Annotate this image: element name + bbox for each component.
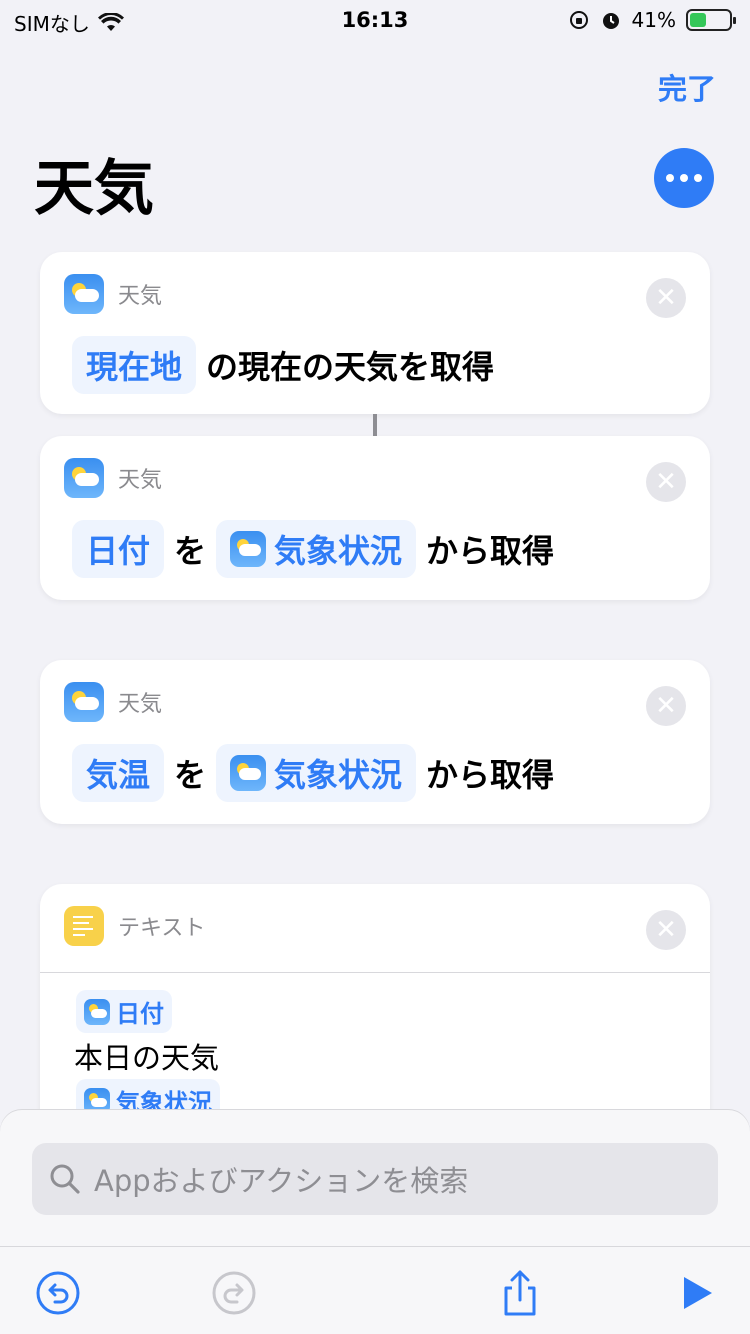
weather-app-icon [230,531,267,567]
action-sentence: 気温 を 気象状況 から取得 [72,744,554,802]
weather-app-icon [64,274,104,314]
action-card-get-temperature[interactable]: 天気 ✕ 気温 を 気象状況 から取得 [40,660,710,824]
status-right: 41% [568,8,736,32]
alarm-icon [602,13,619,29]
search-icon [50,1164,80,1194]
card-app-label: 天気 [118,692,163,717]
more-options-button[interactable] [654,148,714,208]
weather-app-icon [64,458,104,498]
location-parameter[interactable]: 現在地 [72,336,197,394]
share-button[interactable] [496,1269,544,1317]
source-variable-label: 気象状況 [274,532,403,570]
weather-app-icon [64,682,104,722]
joiner-text: を [174,756,207,794]
action-card-get-weather[interactable]: 天気 ✕ 現在地 の現在の天気を取得 [40,252,710,414]
divider [40,972,710,973]
bottom-toolbar [0,1246,750,1334]
date-variable-label: 日付 [116,1000,164,1028]
remove-action-button[interactable]: ✕ [646,686,686,726]
run-button[interactable] [672,1269,720,1317]
property-parameter[interactable]: 気温 [72,744,165,802]
text-app-icon [64,906,104,946]
done-button[interactable]: 完了 [658,66,716,108]
text-line: 本日の天気 [74,1041,220,1075]
source-variable[interactable]: 気象状況 [216,744,417,802]
undo-button[interactable] [34,1269,82,1317]
card-header: 天気 [64,458,162,498]
action-sentence: 現在地 の現在の天気を取得 [72,336,494,394]
remove-action-button[interactable]: ✕ [646,278,686,318]
flow-connector [373,414,377,436]
dot-icon [680,174,688,182]
search-placeholder: Appおよびアクションを検索 [94,1164,469,1198]
redo-button[interactable] [210,1269,258,1317]
card-header: テキスト [64,906,205,946]
action-sentence: 日付 を 気象状況 から取得 [72,520,554,578]
search-input[interactable]: Appおよびアクションを検索 [32,1143,718,1215]
source-variable-label: 気象状況 [274,756,403,794]
weather-app-icon [230,755,267,791]
card-app-label: 天気 [118,284,163,309]
battery-icon [686,9,736,31]
dot-icon [666,174,674,182]
card-app-label: テキスト [118,916,206,941]
battery-percent: 41% [631,8,676,32]
card-header: 天気 [64,682,162,722]
joiner-text: を [174,532,207,570]
property-parameter[interactable]: 日付 [72,520,165,578]
tail-text: から取得 [426,756,555,794]
tail-text: から取得 [426,532,555,570]
status-bar: SIMなし 16:13 41% [0,0,750,40]
battery-fill [690,13,706,27]
remove-action-button[interactable]: ✕ [646,910,686,950]
card-header: 天気 [64,274,162,314]
text-editor[interactable]: 日付 本日の天気 気象状況 [72,990,220,1122]
undo-icon [36,1271,80,1315]
card-app-label: 天気 [118,468,163,493]
action-card-get-date[interactable]: 天気 ✕ 日付 を 気象状況 から取得 [40,436,710,600]
date-variable[interactable]: 日付 [76,990,172,1033]
action-text: の現在の天気を取得 [206,348,495,386]
play-icon [684,1277,712,1309]
remove-action-button[interactable]: ✕ [646,462,686,502]
source-variable[interactable]: 気象状況 [216,520,417,578]
redo-icon [212,1271,256,1315]
action-search-sheet: Appおよびアクションを検索 [0,1110,750,1334]
dot-icon [694,174,702,182]
share-icon [504,1270,536,1316]
page-title: 天気 [34,154,154,224]
orientation-lock-icon [569,11,588,29]
weather-app-icon [84,998,110,1025]
